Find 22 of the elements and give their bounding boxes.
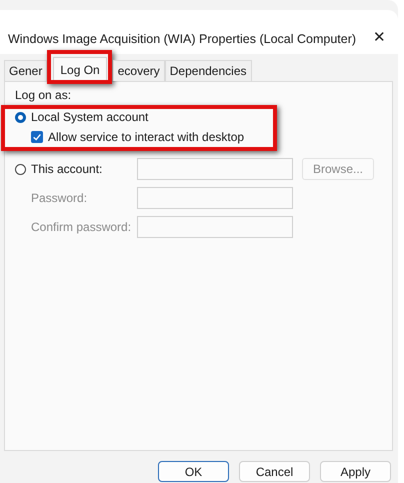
window-title: Windows Image Acquisition (WIA) Properties (Local Computer): [8, 32, 356, 46]
tab[interactable]: ecovery: [112, 60, 165, 81]
checkbox[interactable]: [31, 131, 43, 143]
radio-button[interactable]: [15, 164, 26, 174]
radio-label: Local System account: [31, 110, 148, 124]
dialog-button[interactable]: Cancel: [239, 461, 310, 482]
dialog-button[interactable]: OK: [158, 461, 229, 482]
checkbox-label: Allow service to interact with desktop: [48, 130, 244, 144]
dialog-button[interactable]: Apply: [320, 461, 391, 482]
password-field[interactable]: [137, 216, 293, 238]
tab[interactable]: Gener: [4, 60, 48, 81]
highlight-frame: [47, 50, 112, 84]
tab[interactable]: Log On: [53, 57, 107, 81]
close-button[interactable]: ✕: [369, 28, 390, 46]
group-label: Log on as:: [15, 88, 72, 102]
radio-button[interactable]: [15, 112, 26, 122]
password-field[interactable]: [137, 187, 293, 209]
tab[interactable]: Dependencies: [164, 60, 252, 81]
field-label: Password:: [30, 191, 88, 205]
input-field[interactable]: [137, 158, 293, 180]
radio-label: This account:: [31, 162, 102, 176]
field-label: Confirm password:: [30, 220, 132, 234]
